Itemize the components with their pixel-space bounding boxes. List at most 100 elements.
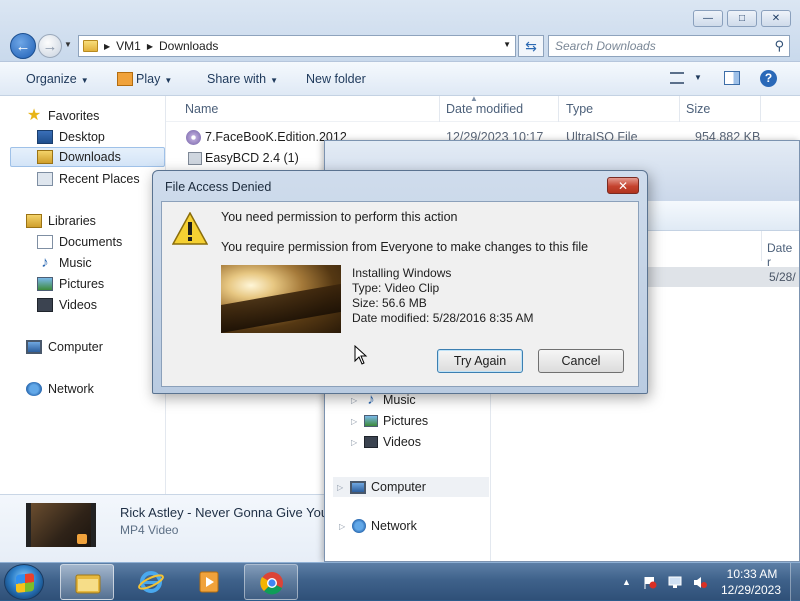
dialog-message-secondary: You require permission from Everyone to …: [221, 240, 589, 254]
taskbar-chrome[interactable]: [244, 564, 298, 600]
nav-downloads[interactable]: Downloads: [10, 147, 165, 167]
window-frame: — □ ✕ ← → ▼ ▶ VM1 ▶ Downloads ▼ ⇆ Search…: [0, 0, 800, 62]
network-status-icon[interactable]: [668, 576, 682, 589]
close-icon: ✕: [617, 178, 629, 193]
nav-music[interactable]: ▷ ♪ Music: [351, 392, 416, 407]
chevron-down-icon: ▼: [80, 76, 89, 85]
nav-documents[interactable]: Documents: [37, 232, 122, 252]
taskbar-explorer[interactable]: [60, 564, 114, 600]
breadcrumb-separator-icon[interactable]: ▶: [104, 42, 110, 51]
search-icon[interactable]: ⚲: [774, 38, 784, 54]
show-hidden-icons-icon[interactable]: ▲: [622, 577, 631, 587]
documents-icon: [37, 235, 53, 249]
recent-pages-dropdown[interactable]: ▼: [64, 40, 72, 49]
file-name: Installing Windows: [352, 266, 452, 280]
taskbar-internet-explorer[interactable]: [124, 564, 178, 600]
try-again-button[interactable]: Try Again: [437, 349, 523, 373]
view-options-dropdown[interactable]: ▼: [694, 73, 702, 82]
search-input[interactable]: Search Downloads ⚲: [548, 35, 790, 57]
pictures-icon: [37, 277, 53, 291]
folder-icon: [83, 40, 98, 52]
navigation-pane: ★ Favorites Desktop Downloads Recent Plac…: [0, 96, 166, 494]
expand-icon: ▷: [351, 416, 358, 426]
desktop-icon: [37, 130, 53, 144]
downloads-folder-icon: [37, 150, 53, 164]
column-headers: ▲ Name Date modified Type Size: [166, 94, 800, 122]
column-date-modified[interactable]: Date modified: [446, 102, 523, 116]
clock-date[interactable]: 12/29/2023: [716, 583, 786, 597]
organize-button[interactable]: Organize ▼: [26, 72, 89, 86]
nav-libraries[interactable]: Libraries: [26, 211, 96, 231]
address-bar[interactable]: ▶ VM1 ▶ Downloads ▼: [78, 35, 516, 57]
taskbar-media-player[interactable]: [182, 564, 236, 600]
volume-muted-icon[interactable]: [693, 576, 707, 589]
file-date-modified: Date modified: 5/28/2016 8:35 AM: [352, 311, 534, 325]
application-icon: [188, 152, 202, 165]
minimize-button[interactable]: —: [693, 10, 723, 27]
nav-computer[interactable]: Computer: [26, 337, 103, 357]
network-icon: [352, 519, 366, 533]
expand-icon: ▷: [339, 521, 346, 531]
address-history-dropdown[interactable]: ▼: [503, 40, 511, 49]
cancel-button[interactable]: Cancel: [538, 349, 624, 373]
breadcrumb-downloads[interactable]: Downloads: [159, 39, 218, 53]
details-type: MP4 Video: [120, 523, 179, 537]
computer-icon: [26, 340, 42, 354]
expand-icon: ▷: [351, 395, 358, 405]
nav-pictures[interactable]: Pictures: [37, 274, 104, 294]
file-name: EasyBCD 2.4 (1): [205, 151, 299, 165]
show-desktop-button[interactable]: [790, 563, 800, 601]
action-center-flag-icon[interactable]: [643, 576, 657, 589]
forward-button[interactable]: →: [38, 34, 62, 58]
nav-music[interactable]: ♪ Music: [37, 253, 91, 273]
breadcrumb-vm1[interactable]: VM1: [116, 39, 141, 53]
refresh-button[interactable]: ⇆: [518, 35, 544, 57]
chevron-down-icon: ▼: [164, 76, 173, 85]
details-title: Rick Astley - Never Gonna Give You: [120, 505, 329, 520]
play-button[interactable]: Play ▼: [117, 71, 173, 87]
taskbar: ▲ 10:33 AM 12/29/2023: [0, 562, 800, 601]
help-icon[interactable]: ?: [760, 70, 777, 87]
close-button[interactable]: ✕: [761, 10, 791, 27]
disc-image-icon: [186, 130, 201, 145]
media-player-icon: [199, 571, 219, 593]
dialog-body: You need permission to perform this acti…: [161, 201, 639, 387]
file-size: Size: 56.6 MB: [352, 296, 427, 310]
windows-logo-icon: [16, 573, 34, 593]
star-icon: ★: [26, 107, 42, 124]
nav-network[interactable]: ▷ Network: [339, 519, 417, 533]
start-button[interactable]: [4, 564, 44, 600]
new-folder-button[interactable]: New folder: [306, 72, 366, 86]
back-button[interactable]: ←: [10, 33, 36, 59]
nav-desktop[interactable]: Desktop: [37, 127, 105, 147]
expand-icon: ▷: [351, 437, 358, 447]
nav-favorites[interactable]: ★ Favorites: [26, 106, 100, 126]
libraries-icon: [26, 214, 42, 228]
computer-icon: [350, 480, 366, 494]
nav-videos[interactable]: ▷ Videos: [351, 435, 421, 449]
nav-videos[interactable]: Videos: [37, 295, 97, 315]
dialog-close-button[interactable]: ✕: [607, 177, 639, 194]
nav-pictures[interactable]: ▷ Pictures: [351, 414, 428, 428]
nav-recent-places[interactable]: Recent Places: [37, 169, 140, 189]
videos-icon: [37, 298, 53, 312]
preview-pane-icon[interactable]: [724, 71, 740, 85]
clock-time[interactable]: 10:33 AM: [722, 567, 782, 581]
recent-places-icon: [37, 172, 53, 186]
nav-network[interactable]: Network: [26, 379, 94, 399]
column-date-modified[interactable]: Date r: [767, 241, 799, 269]
change-view-icon[interactable]: [670, 72, 684, 84]
refresh-icon: ⇆: [525, 37, 537, 54]
nav-computer[interactable]: ▷ Computer: [333, 477, 489, 497]
internet-explorer-icon: [138, 571, 164, 593]
maximize-button[interactable]: □: [727, 10, 757, 27]
share-with-button[interactable]: Share with ▼: [207, 72, 278, 86]
chrome-icon: [260, 572, 283, 595]
video-thumbnail: [26, 503, 96, 547]
column-type[interactable]: Type: [566, 102, 593, 116]
column-size[interactable]: Size: [686, 102, 710, 116]
file-type: Type: Video Clip: [352, 281, 440, 295]
column-name[interactable]: Name: [185, 102, 218, 116]
breadcrumb-separator-icon[interactable]: ▶: [147, 42, 153, 51]
folder-icon: [75, 574, 101, 594]
